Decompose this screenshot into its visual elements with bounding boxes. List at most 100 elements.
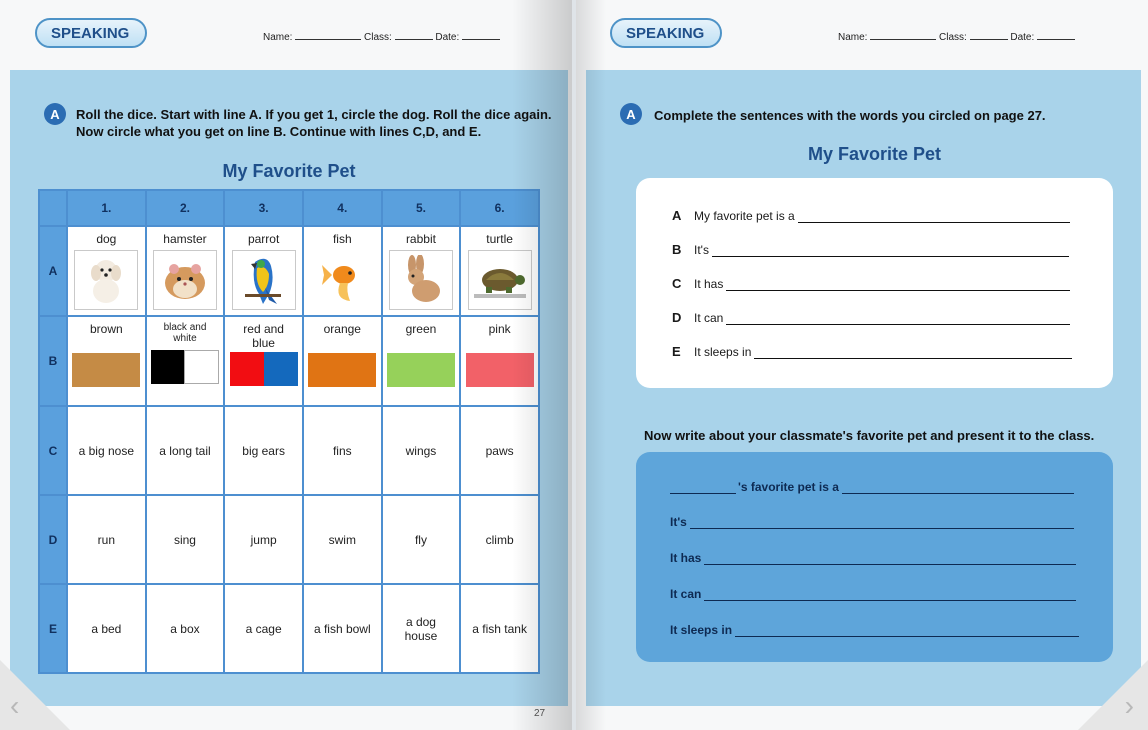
instruction-line-1: Roll the dice. Start with line A. If you… [76,107,552,122]
color-cell[interactable]: red and blue [223,315,304,407]
color-cell[interactable]: green [380,315,462,407]
section-a-marker: A [44,103,66,125]
right-page: SPEAKING Name: Class: Date: A Complete t… [576,0,1148,730]
classmate-name-line[interactable] [670,492,736,494]
color-swatch-black-white [150,350,219,384]
page-curl [1078,660,1148,730]
answer-line[interactable] [735,635,1080,637]
color-cell[interactable]: pink [459,315,540,407]
row-header: A [38,225,68,317]
animal-cell-parrot[interactable]: parrot [223,225,304,317]
answer-line[interactable] [726,323,1071,325]
feature-cell[interactable]: a long tail [144,405,226,496]
feature-cell[interactable]: paws [459,405,540,496]
class-blank [969,30,1008,40]
answer-line[interactable] [726,289,1071,291]
name-label: Name: [838,32,868,43]
feature-cell[interactable]: fins [301,405,383,496]
feature-cell[interactable]: a big nose [66,405,147,496]
row-header: C [38,405,68,496]
animal-label: turtle [486,232,513,246]
feature-cell[interactable]: big ears [223,405,304,496]
previous-page-arrow-icon[interactable]: ‹ [10,690,19,722]
instruction-text: Roll the dice. Start with line A. If you… [76,106,552,140]
sentence-box: A My favorite pet is a B It's C It has D… [636,178,1113,388]
sentence-text: My favorite pet is a [694,209,795,223]
section-a-marker: A [620,103,642,125]
column-header: 2. [144,189,226,227]
hamster-image [152,250,217,310]
left-page: SPEAKING Name: Class: Date: A Roll the d… [0,0,572,730]
ability-cell[interactable]: climb [459,494,540,585]
turtle-image [467,250,532,310]
classmate-line-2: It's [670,515,1074,529]
sentence-letter: C [672,276,682,291]
ability-cell[interactable]: sing [144,494,226,585]
classmate-line-text: It sleeps in [670,623,733,637]
right-content-panel: A Complete the sentences with the words … [586,70,1141,706]
animal-cell-turtle[interactable]: turtle [459,225,540,317]
date-blank [1037,30,1076,40]
animal-label: hamster [163,232,207,246]
name-blank [295,30,362,40]
answer-line[interactable] [841,492,1074,494]
sentence-b: B It's [672,242,1069,257]
sentence-letter: D [672,310,682,325]
name-blank [870,30,937,40]
home-cell[interactable]: a box [144,583,226,674]
sentence-text: It can [694,311,724,325]
ability-cell[interactable]: swim [301,494,383,585]
table-title: My Favorite Pet [222,161,356,181]
color-cell[interactable]: brown [66,315,147,407]
rabbit-image [388,250,453,310]
column-header: 4. [301,189,383,227]
color-swatch-orange [308,353,377,387]
answer-line[interactable] [711,255,1069,257]
page-number: 27 [534,708,546,719]
ability-cell[interactable]: run [66,494,147,585]
animal-cell-dog[interactable]: dog [66,225,147,317]
ability-cell[interactable]: jump [223,494,304,585]
sentence-text: It sleeps in [694,345,752,359]
write-prompt: Now write about your classmate's favorit… [644,428,1095,443]
color-swatch-green [386,353,455,387]
home-cell[interactable]: a fish tank [459,583,540,674]
column-header: 5. [380,189,462,227]
column-header: 3. [223,189,304,227]
column-header: 6. [459,189,540,227]
date-blank [462,30,501,40]
color-swatch-red-blue [229,352,298,386]
sentence-letter: E [672,344,681,359]
answer-line[interactable] [797,221,1070,223]
animal-cell-fish[interactable]: fish [301,225,383,317]
answer-line[interactable] [704,563,1077,565]
classmate-line-1: 's favorite pet is a [670,480,1074,494]
sentence-letter: A [672,208,682,223]
color-cell[interactable]: orange [301,315,383,407]
instruction-text: Complete the sentences with the words yo… [654,108,1046,123]
animal-label: rabbit [405,232,436,246]
speaking-badge: SPEAKING [35,18,147,48]
ability-cell[interactable]: fly [380,494,462,585]
section-title: My Favorite Pet [807,144,942,164]
class-label: Class: [364,32,392,43]
animal-label: fish [332,232,352,246]
home-cell[interactable]: a dog house [380,583,462,674]
student-info-line: Name: Class: Date: [263,30,501,43]
answer-line[interactable] [704,599,1077,601]
home-cell[interactable]: a fish bowl [301,583,383,674]
next-page-arrow-icon[interactable]: › [1125,690,1134,722]
pet-options-table: 1. 2. 3. 4. 5. 6. A dog hamster parrot f… [38,189,540,674]
animal-cell-rabbit[interactable]: rabbit [380,225,462,317]
color-cell[interactable]: black and white [144,315,226,407]
home-cell[interactable]: a cage [223,583,304,674]
feature-cell[interactable]: wings [380,405,462,496]
classmate-line-5: It sleeps in [670,623,1080,637]
answer-line[interactable] [689,527,1074,529]
answer-line[interactable] [754,357,1073,359]
home-cell[interactable]: a bed [66,583,147,674]
animal-cell-hamster[interactable]: hamster [144,225,226,317]
dog-image [74,250,139,310]
parrot-image [231,250,296,310]
color-label: brown [89,322,123,336]
